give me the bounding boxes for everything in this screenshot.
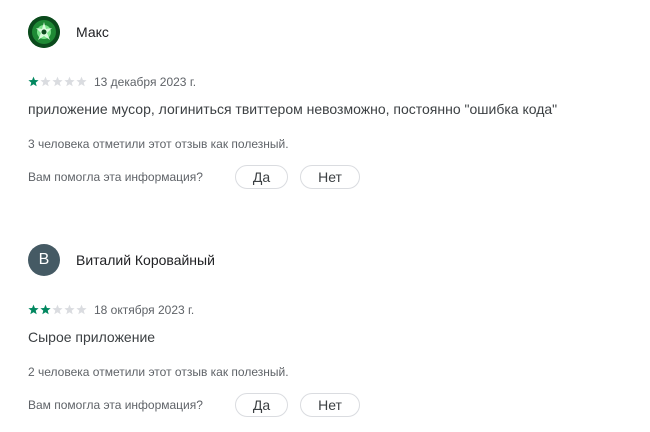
star-icon [64,304,75,314]
star-icon [40,304,51,314]
helpful-yes-button[interactable]: Да [235,393,288,417]
star-rating [28,302,88,316]
review-author: Макс [76,24,109,40]
helpful-count: 2 человека отметили этот отзыв как полез… [28,365,289,379]
review-text: Сырое приложение [28,329,156,345]
star-icon [76,76,87,86]
helpful-yes-button[interactable]: Да [235,165,288,189]
star-rating [28,74,88,88]
avatar-emblem-icon [28,16,60,48]
helpful-question: Вам помогла эта информация? [28,398,203,412]
helpful-no-button[interactable]: Нет [300,165,360,189]
star-icon [28,304,39,314]
star-icon [40,76,51,86]
helpful-no-button[interactable]: Нет [300,393,360,417]
avatar[interactable] [28,16,60,48]
star-icon [52,304,63,314]
star-icon [52,76,63,86]
review-date: 13 декабря 2023 г. [94,75,197,89]
star-icon [76,304,87,314]
review-author: Виталий Коровайный [76,252,215,268]
avatar[interactable]: В [28,244,60,276]
review-date: 18 октября 2023 г. [94,303,195,317]
helpful-question: Вам помогла эта информация? [28,170,203,184]
helpful-count: 3 человека отметили этот отзыв как полез… [28,137,289,151]
review-text: приложение мусор, логиниться твиттером н… [28,101,558,117]
star-icon [64,76,75,86]
star-icon [28,76,39,86]
